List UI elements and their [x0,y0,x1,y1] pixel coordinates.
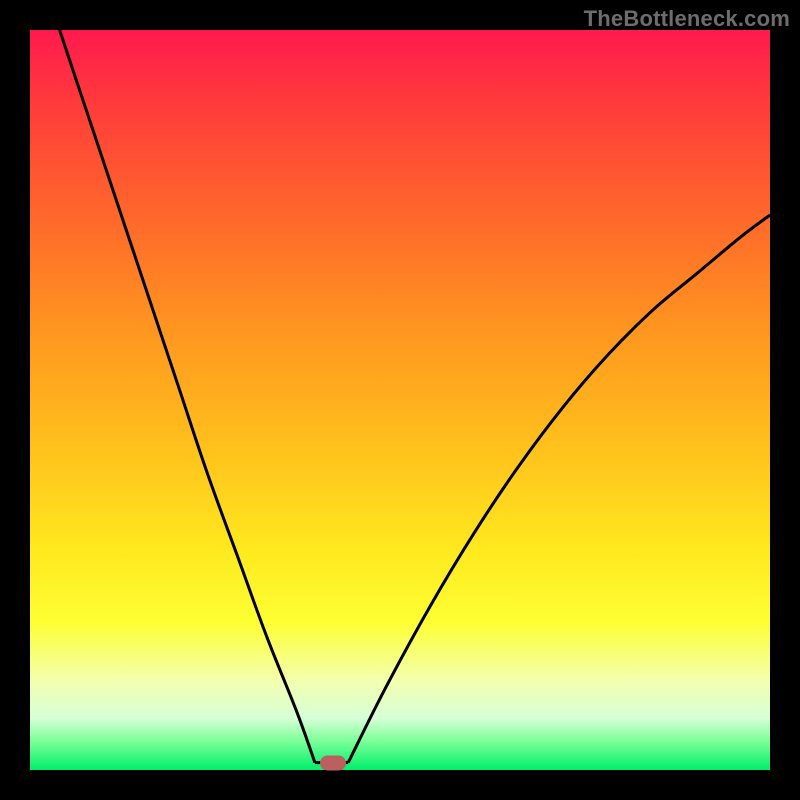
optimum-marker [320,755,346,770]
chart-frame: TheBottleneck.com [0,0,800,800]
plot-area [30,30,770,770]
bottleneck-curve [30,30,770,770]
curve-left-branch [60,30,315,763]
curve-right-branch [348,215,770,763]
watermark-text: TheBottleneck.com [584,6,790,32]
